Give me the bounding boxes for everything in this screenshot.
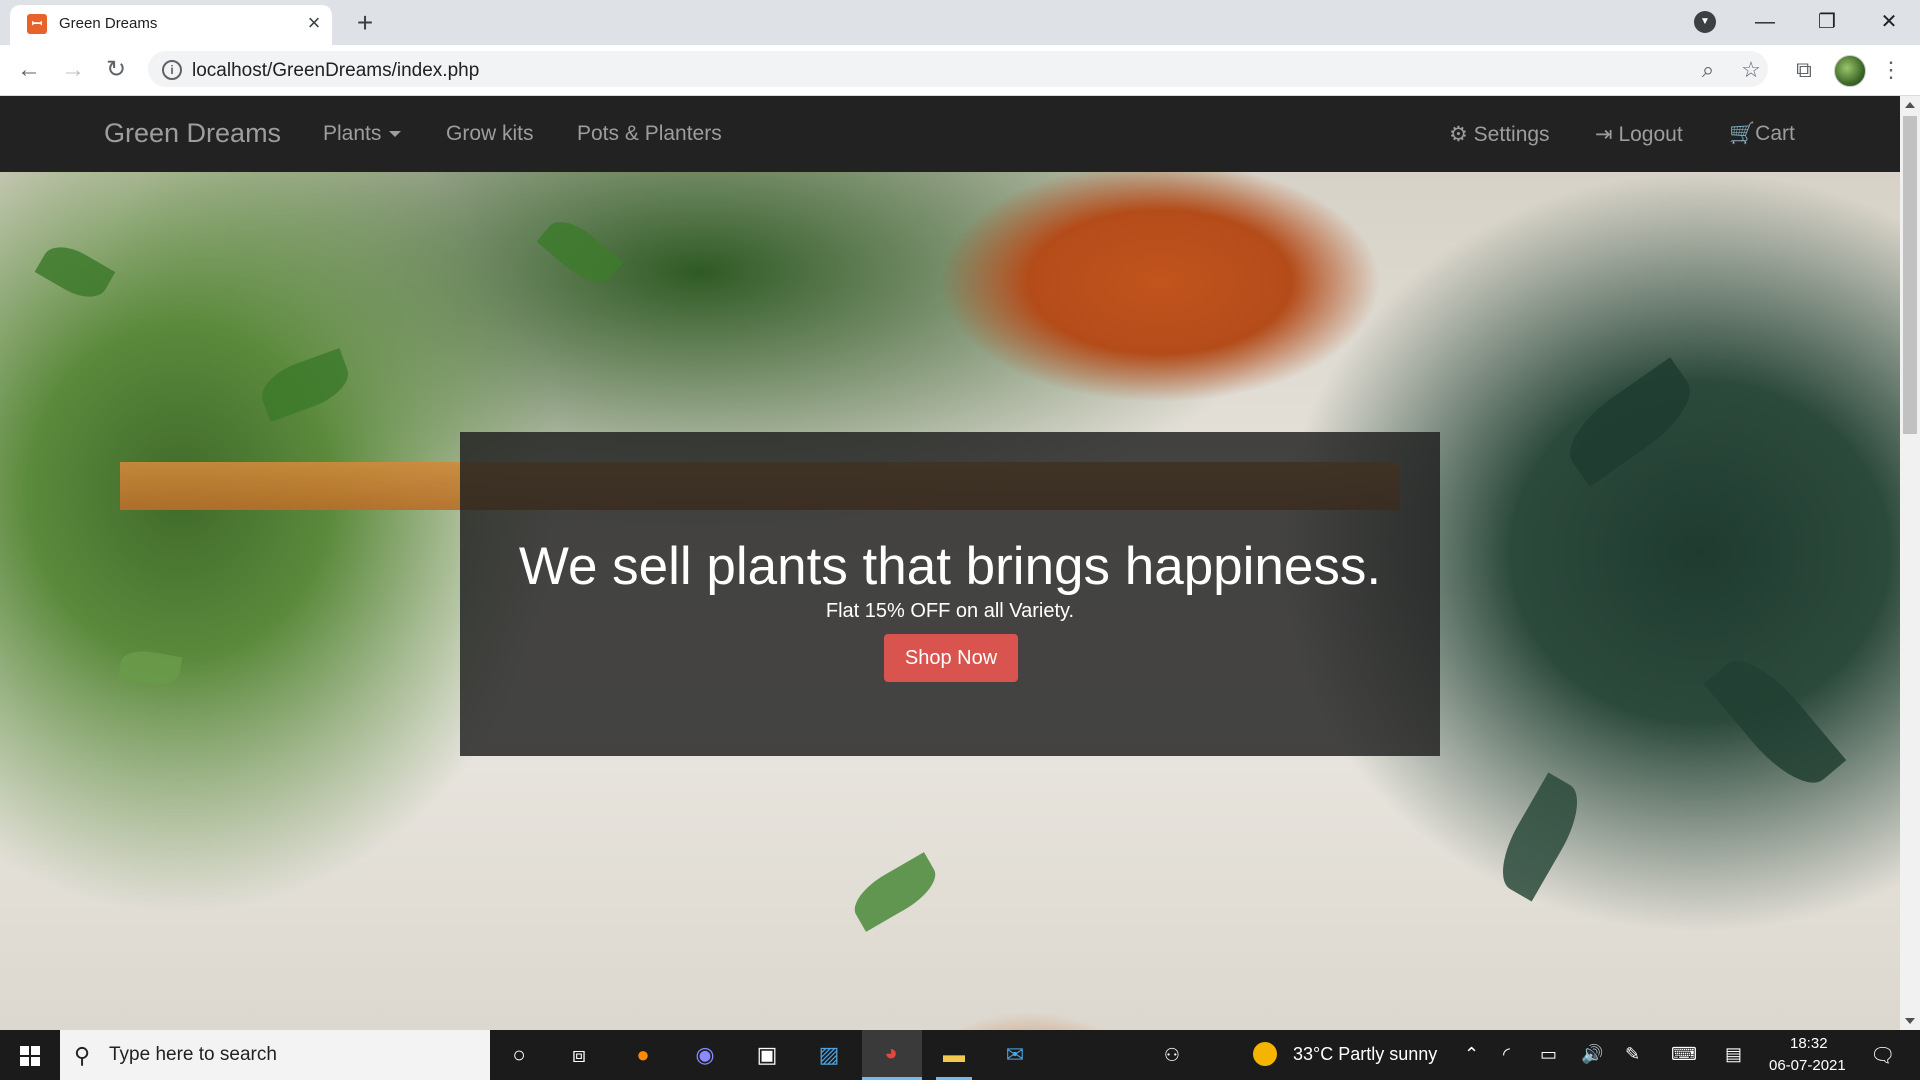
windows-logo-icon	[31, 1057, 40, 1066]
clock-date[interactable]: 06-07-2021	[1769, 1057, 1846, 1074]
wifi-icon[interactable]: ◜	[1503, 1044, 1510, 1065]
notification-center-icon[interactable]: 🗨	[1870, 1043, 1895, 1068]
xampp-icon: ꟷ	[27, 14, 47, 34]
menu-kebab-icon[interactable]: ⋮	[1877, 56, 1905, 84]
url-text[interactable]: localhost/GreenDreams/index.php	[192, 60, 479, 82]
leaf-decoration	[117, 647, 183, 689]
nav-pots-planters[interactable]: Pots & Planters	[577, 122, 722, 146]
clock-time[interactable]: 18:32	[1790, 1035, 1828, 1052]
windows-logo-icon	[20, 1046, 29, 1055]
pen-icon[interactable]: ✎	[1625, 1044, 1640, 1065]
tab-title: Green Dreams	[59, 15, 158, 32]
cortana-icon[interactable]: ○	[502, 1038, 536, 1072]
weather-text[interactable]: 33°C Partly sunny	[1293, 1044, 1437, 1065]
leaf-decoration	[536, 210, 624, 294]
microsoft-store-icon[interactable]: ▣	[750, 1038, 784, 1072]
bookmark-star-icon[interactable]: ☆	[1737, 56, 1765, 84]
windows-logo-icon	[20, 1057, 29, 1066]
leaf-decoration	[254, 347, 356, 423]
scroll-up-arrow-icon[interactable]	[1905, 102, 1915, 108]
close-tab-icon[interactable]: ×	[302, 11, 326, 35]
browser-tab-strip: ꟷ Green Dreams × + ▼ — ❐ ✕	[0, 0, 1920, 45]
site-navbar: Green Dreams Plants Grow kits Pots & Pla…	[0, 96, 1900, 172]
nav-logout[interactable]: ⇥ Logout	[1595, 122, 1683, 147]
restore-button[interactable]: ❐	[1807, 6, 1847, 38]
battery-icon[interactable]: ▭	[1540, 1044, 1557, 1065]
volume-icon[interactable]: 🔊	[1581, 1044, 1603, 1065]
mail-icon[interactable]: ✉	[998, 1038, 1032, 1072]
browser-toolbar: ← → ↻ i localhost/GreenDreams/index.php …	[0, 45, 1920, 96]
caret-down-icon	[389, 131, 402, 138]
leaf-decoration	[1555, 357, 1705, 487]
address-bar[interactable]: i localhost/GreenDreams/index.php	[148, 51, 1768, 87]
cart-icon: 🛒	[1729, 122, 1756, 145]
logout-icon: ⇥	[1595, 123, 1613, 146]
firefox-icon[interactable]: ●	[626, 1038, 660, 1072]
task-view-icon[interactable]: ⧈	[562, 1038, 596, 1072]
eclipse-icon[interactable]: ◉	[688, 1038, 722, 1072]
leaf-decoration	[1703, 645, 1847, 799]
nav-cart[interactable]: 🛒Cart	[1729, 122, 1795, 146]
file-explorer-icon[interactable]: ▬	[937, 1038, 971, 1072]
hero-heading: We sell plants that brings happiness.	[518, 537, 1382, 596]
hero-subheading: Flat 15% OFF on all Variety.	[825, 600, 1075, 622]
scroll-down-arrow-icon[interactable]	[1905, 1018, 1915, 1024]
scroll-thumb[interactable]	[1903, 116, 1917, 434]
logout-label: Logout	[1618, 123, 1683, 146]
nav-plants-label: Plants	[323, 122, 382, 145]
people-icon[interactable]: ⚇	[1155, 1038, 1189, 1072]
back-arrow-icon[interactable]: ←	[14, 55, 44, 85]
nav-grow-kits[interactable]: Grow kits	[446, 122, 534, 146]
chrome-icon: ◕	[884, 1040, 898, 1065]
profile-avatar[interactable]	[1834, 55, 1866, 87]
taskbar-search-box[interactable]: ⚲ Type here to search	[60, 1030, 490, 1080]
brand-logo-link[interactable]: Green Dreams	[104, 118, 281, 149]
info-icon[interactable]: i	[162, 60, 182, 80]
weather-sun-icon[interactable]	[1253, 1042, 1277, 1066]
chrome-taskbar-button[interactable]: ◕	[862, 1030, 922, 1080]
extensions-puzzle-icon[interactable]: ⧉	[1790, 56, 1818, 84]
new-tab-button[interactable]: +	[350, 8, 380, 38]
tablet-mode-icon[interactable]: ▤	[1725, 1044, 1742, 1065]
leaf-decoration	[1488, 772, 1592, 902]
settings-label: Settings	[1473, 123, 1550, 146]
search-placeholder: Type here to search	[109, 1044, 277, 1065]
windows-start-button[interactable]	[0, 1030, 60, 1080]
zoom-icon[interactable]: ⌕	[1694, 56, 1722, 84]
chevron-up-icon[interactable]: ⌃	[1464, 1044, 1479, 1065]
nav-settings[interactable]: ⚙ Settings	[1449, 122, 1550, 147]
hero-overlay-box: We sell plants that brings happiness. Fl…	[460, 432, 1440, 756]
windows-logo-icon	[31, 1046, 40, 1055]
forward-arrow-icon[interactable]: →	[58, 55, 88, 85]
cart-label: Cart	[1755, 122, 1795, 145]
minimize-button[interactable]: —	[1745, 6, 1785, 38]
browser-tab[interactable]: ꟷ Green Dreams ×	[10, 5, 332, 45]
photos-icon[interactable]: ▨	[812, 1038, 846, 1072]
nav-plants-dropdown[interactable]: Plants	[323, 122, 402, 146]
leaf-decoration	[34, 237, 116, 307]
keyboard-icon[interactable]: ⌨	[1671, 1044, 1697, 1065]
tab-search-icon[interactable]: ▼	[1694, 11, 1716, 33]
windows-taskbar: ⚲ Type here to search ○ ⧈ ● ◉ ▣ ▨ ◕ ▬ ✉ …	[0, 1030, 1920, 1080]
leaf-decoration	[846, 852, 944, 932]
page-scrollbar[interactable]	[1900, 96, 1920, 1030]
page-viewport: Green Dreams Plants Grow kits Pots & Pla…	[0, 96, 1900, 1030]
search-icon: ⚲	[74, 1043, 91, 1068]
gear-icon: ⚙	[1449, 123, 1468, 146]
close-window-button[interactable]: ✕	[1869, 6, 1909, 38]
shop-now-button[interactable]: Shop Now	[884, 634, 1018, 682]
reload-icon[interactable]: ↻	[101, 55, 131, 85]
